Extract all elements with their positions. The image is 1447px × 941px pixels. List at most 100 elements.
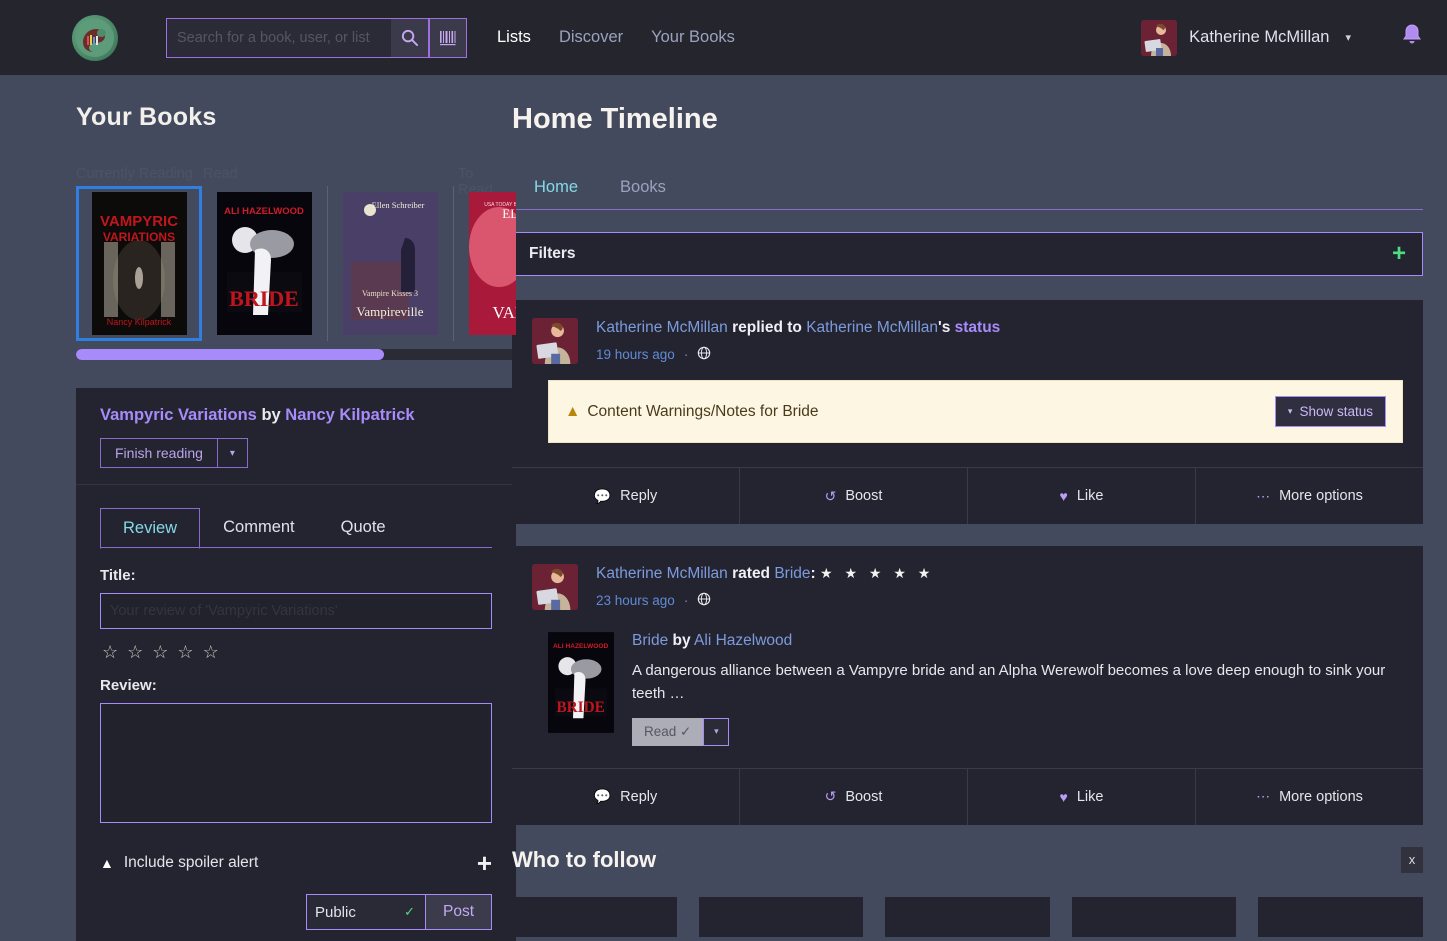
- like-button[interactable]: ♥ Like: [968, 768, 1196, 825]
- avatar[interactable]: [532, 318, 578, 364]
- review-body-textarea[interactable]: [100, 703, 492, 823]
- reply-button[interactable]: 💬 Reply: [512, 768, 740, 825]
- tab-home[interactable]: Home: [518, 172, 594, 209]
- search-input[interactable]: [166, 17, 391, 58]
- post-controls: Public ✓ Post: [100, 894, 492, 930]
- shelf-split-button: Read ✓ ▾: [632, 717, 730, 746]
- star-4-icon[interactable]: ☆: [177, 643, 193, 661]
- more-options-button[interactable]: ⋯ More options: [1196, 468, 1423, 524]
- finish-reading-dropdown-icon[interactable]: ▾: [217, 438, 248, 468]
- username-label: Katherine McMillan: [1189, 28, 1330, 46]
- star-2-icon[interactable]: ☆: [127, 643, 143, 661]
- book-cover-image[interactable]: ALI HAZELWOOD BRIDE: [548, 632, 614, 733]
- suggested-user-card[interactable]: [512, 896, 677, 937]
- status-author-link[interactable]: Katherine McMillan: [596, 319, 728, 336]
- avatar[interactable]: [1141, 19, 1178, 56]
- by-word: by: [261, 406, 281, 424]
- plus-icon[interactable]: +: [1392, 242, 1406, 266]
- status-meta: Katherine McMillan replied to Katherine …: [596, 318, 1403, 364]
- shelf-scrollbar-thumb[interactable]: [76, 349, 384, 360]
- search-bar: [166, 17, 467, 58]
- status-action-bar: 💬 Reply ↺ Boost ♥ Like ⋯ More options: [512, 767, 1423, 825]
- suggested-user-card[interactable]: [1071, 896, 1237, 937]
- show-status-label: Show status: [1299, 404, 1373, 419]
- svg-text:VAMPYRIC: VAMPYRIC: [99, 213, 177, 230]
- who-to-follow-title: Who to follow: [512, 846, 657, 872]
- nav-link-discover[interactable]: Discover: [559, 28, 623, 47]
- star-5-icon[interactable]: ☆: [203, 643, 219, 661]
- like-label: Like: [1076, 788, 1104, 805]
- close-icon[interactable]: x: [1401, 846, 1423, 873]
- globe-icon: [697, 346, 711, 363]
- more-options-label: More options: [1279, 788, 1363, 805]
- title-field-label: Title:: [100, 567, 136, 584]
- ellipsis-icon: ⋯: [1256, 487, 1271, 504]
- shelf-book-bride[interactable]: ALI HAZELWOOD BRIDE: [202, 186, 328, 341]
- star-3-icon[interactable]: ☆: [152, 643, 168, 661]
- bell-icon[interactable]: [1401, 23, 1423, 52]
- rating-stars: ★ ★ ★ ★ ★: [820, 565, 935, 581]
- book-shelf-carousel[interactable]: VAMPYRIC VARIATIONS Nancy Kilpatrick ALI…: [76, 186, 516, 341]
- book-title-link[interactable]: Vampyric Variations: [100, 406, 257, 424]
- status-meta: Katherine McMillan rated Bride: ★ ★ ★ ★ …: [596, 564, 1403, 610]
- tab-review[interactable]: Review: [100, 508, 201, 549]
- svg-text:Nancy Kilpatrick: Nancy Kilpatrick: [106, 317, 171, 327]
- show-status-button[interactable]: ▾ Show status: [1274, 396, 1386, 427]
- review-title-input[interactable]: [100, 593, 492, 629]
- ellipsis-icon: ⋯: [1256, 788, 1271, 804]
- status-timestamp[interactable]: 23 hours ago: [596, 593, 675, 608]
- suggested-user-card[interactable]: [885, 896, 1050, 937]
- more-options-button[interactable]: ⋯ More options: [1196, 769, 1423, 825]
- boost-button[interactable]: ↺ Boost: [740, 768, 968, 825]
- chevron-down-icon[interactable]: ▾: [1345, 31, 1351, 44]
- sidebar-your-books: Your Books Currently Reading Read To Rea…: [0, 75, 516, 941]
- svg-text:BRIDE: BRIDE: [556, 699, 604, 716]
- finish-reading-button[interactable]: Finish reading: [100, 438, 218, 468]
- book-cover-image: Ellen Schreiber Vampire Kisses 3 Vampire…: [343, 192, 438, 335]
- status-timestamp[interactable]: 19 hours ago: [596, 347, 675, 362]
- boost-label: Boost: [845, 788, 883, 805]
- status-author-link[interactable]: Katherine McMillan: [596, 565, 728, 582]
- nav-link-your-books[interactable]: Your Books: [651, 28, 735, 47]
- spoiler-alert-row[interactable]: ▲ Include spoiler alert +: [100, 850, 492, 876]
- separator-dot: ·: [683, 346, 689, 362]
- nav-link-lists[interactable]: Lists: [497, 28, 531, 47]
- status-card: Katherine McMillan replied to Katherine …: [512, 300, 1423, 524]
- shelf-book-vampyric-variations[interactable]: VAMPYRIC VARIATIONS Nancy Kilpatrick: [76, 186, 202, 341]
- book-preview-title-link[interactable]: Bride: [632, 632, 668, 649]
- status-target-user-link[interactable]: Katherine McMillan: [806, 319, 938, 336]
- avatar[interactable]: [532, 564, 578, 610]
- status-verb: rated: [732, 565, 771, 582]
- privacy-select[interactable]: Public: [305, 894, 426, 930]
- search-icon[interactable]: [391, 17, 429, 58]
- shelf-book-vamp[interactable]: USA TODAY BESTSELLING ELIS VAMP: [454, 186, 516, 341]
- reply-button[interactable]: 💬 Reply: [512, 468, 740, 524]
- book-author-link[interactable]: Nancy Kilpatrick: [285, 406, 414, 424]
- suggested-user-card[interactable]: [1258, 896, 1423, 937]
- status-target-link[interactable]: status: [955, 319, 1001, 336]
- tab-comment[interactable]: Comment: [200, 507, 318, 548]
- status-book-link[interactable]: Bride: [774, 565, 810, 582]
- boost-button[interactable]: ↺ Boost: [740, 468, 968, 524]
- star-1-icon[interactable]: ☆: [102, 643, 118, 661]
- rating-star-input[interactable]: ☆ ☆ ☆ ☆ ☆: [102, 643, 492, 661]
- read-shelf-button[interactable]: Read ✓: [632, 717, 704, 746]
- more-options-label: More options: [1279, 488, 1363, 504]
- tab-books[interactable]: Books: [604, 172, 682, 209]
- svg-text:VARIATIONS: VARIATIONS: [102, 230, 174, 244]
- shelf-book-vampireville[interactable]: Ellen Schreiber Vampire Kisses 3 Vampire…: [328, 186, 454, 341]
- top-navigation-bar: Lists Discover Your Books Katherine McMi…: [0, 0, 1447, 75]
- like-button[interactable]: ♥ Like: [968, 468, 1196, 524]
- tab-quote[interactable]: Quote: [318, 507, 409, 548]
- status-headline: Katherine McMillan rated Bride: ★ ★ ★ ★ …: [596, 564, 1403, 585]
- book-preview-author-link[interactable]: Ali Hazelwood: [694, 632, 792, 649]
- suggested-user-card[interactable]: [698, 896, 864, 937]
- content-warning-box: ▲ Content Warnings/Notes for Bride ▾ Show…: [548, 380, 1403, 443]
- bookwyrm-logo-icon[interactable]: [72, 14, 118, 61]
- barcode-scan-icon[interactable]: [429, 17, 467, 58]
- shelf-scrollbar[interactable]: [76, 349, 516, 360]
- shelf-dropdown-icon[interactable]: ▾: [703, 717, 730, 746]
- book-panel-title: Vampyric Variations by Nancy Kilpatrick: [100, 406, 492, 425]
- svg-text:ALI HAZELWOOD: ALI HAZELWOOD: [224, 206, 304, 217]
- filters-bar[interactable]: Filters +: [512, 232, 1423, 276]
